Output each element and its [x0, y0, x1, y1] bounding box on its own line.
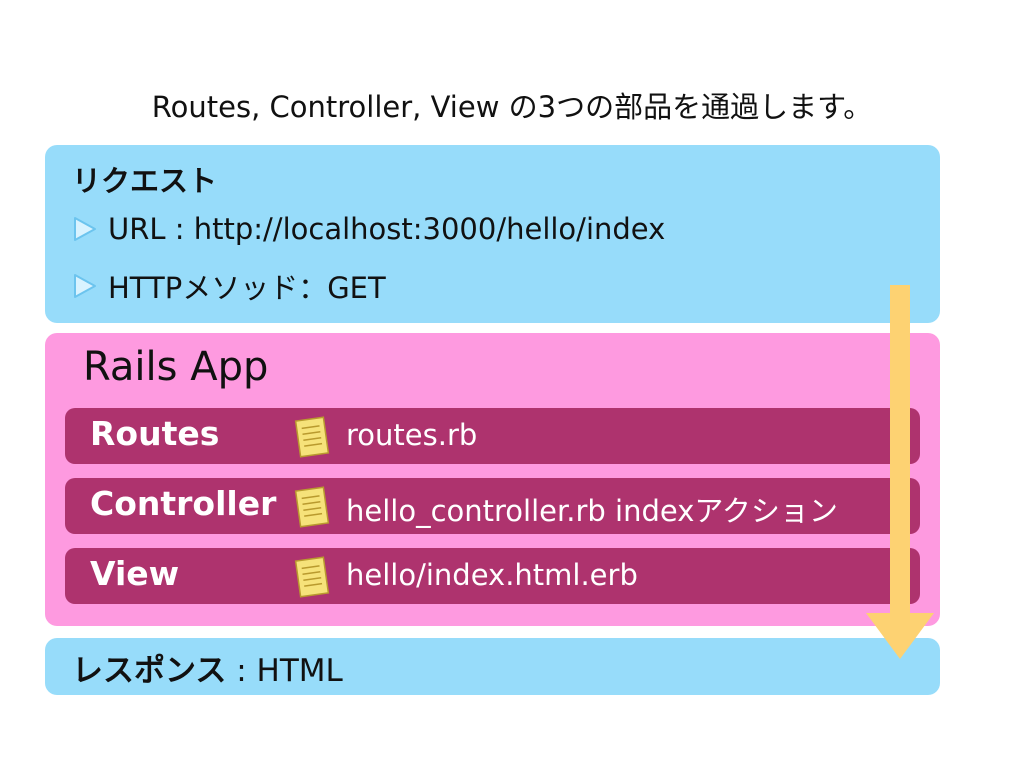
view-file: hello/index.html.erb [346, 558, 638, 592]
request-url-item: URL : http://localhost:3000/hello/index [72, 212, 665, 246]
response-value: : HTML [226, 653, 343, 689]
response-label: レスポンス [72, 653, 227, 689]
routes-file: routes.rb [346, 418, 478, 452]
controller-file: hello_controller.rb indexアクション [346, 494, 838, 528]
file-icon [292, 485, 332, 529]
request-title: リクエスト [72, 164, 218, 198]
request-method-text: HTTPメソッド：GET [108, 271, 386, 305]
triangle-bullet-icon [72, 272, 98, 300]
request-method-item: HTTPメソッド：GET [72, 265, 386, 307]
file-icon [292, 555, 332, 599]
triangle-bullet-icon [72, 215, 98, 243]
controller-label: Controller [90, 484, 277, 523]
routes-label: Routes [90, 414, 220, 453]
flow-arrow-icon [866, 285, 934, 659]
response-text: レスポンス : HTML [72, 645, 343, 690]
slide-subtitle: Routes, Controller, View の3つの部品を通過します。 [151, 90, 873, 124]
request-url-text: URL : http://localhost:3000/hello/index [108, 212, 666, 246]
view-label: View [90, 554, 180, 593]
rails-app-title: Rails App [83, 344, 269, 390]
file-icon [292, 415, 332, 459]
